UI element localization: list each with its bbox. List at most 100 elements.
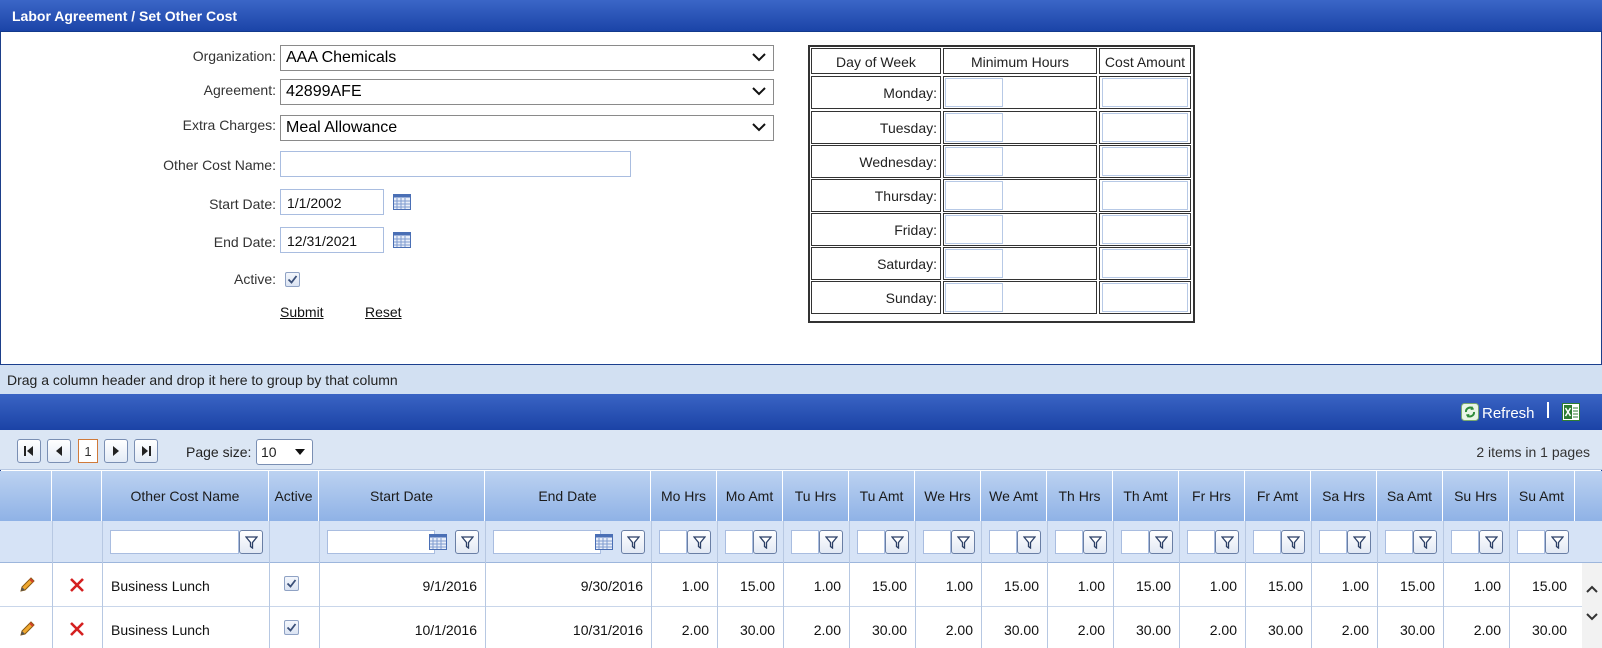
active-checkbox[interactable] [284, 620, 299, 635]
calendar-icon[interactable] [393, 194, 411, 210]
filter-input[interactable] [725, 530, 753, 554]
column-header[interactable]: Th Amt [1113, 471, 1179, 521]
filter-input[interactable] [1055, 530, 1083, 554]
cost-amount-input[interactable] [1102, 283, 1188, 312]
minimum-hours-input[interactable] [945, 113, 1003, 142]
filter-input[interactable] [659, 530, 687, 554]
filter-button[interactable] [885, 530, 909, 554]
other-cost-name-input[interactable] [280, 151, 631, 177]
filter-button[interactable] [239, 530, 263, 554]
filter-button[interactable] [1215, 530, 1239, 554]
current-page-number[interactable]: 1 [78, 439, 98, 463]
organization-select[interactable]: AAA Chemicals [280, 45, 774, 71]
extra-charges-select[interactable]: Meal Allowance [280, 115, 774, 141]
cost-amount-input[interactable] [1102, 147, 1188, 176]
scroll-up-icon[interactable] [1586, 585, 1598, 593]
filter-button[interactable] [1347, 530, 1371, 554]
column-header[interactable]: Tu Hrs [783, 471, 849, 521]
filter-button[interactable] [687, 530, 711, 554]
minimum-hours-input[interactable] [945, 249, 1003, 278]
filter-button[interactable] [1083, 530, 1107, 554]
cost-amount-input[interactable] [1102, 78, 1188, 107]
edit-pencil-icon[interactable] [18, 576, 36, 594]
agreement-select[interactable]: 42899AFE [280, 79, 774, 105]
filter-input[interactable] [857, 530, 885, 554]
table-row[interactable]: Business Lunch 10/1/2016 10/31/2016 2.00 30.… [0, 607, 1582, 648]
minimum-hours-input[interactable] [945, 283, 1003, 312]
previous-page-button[interactable] [47, 439, 71, 463]
column-header[interactable]: Start Date [319, 471, 485, 521]
filter-input[interactable] [1253, 530, 1281, 554]
column-header[interactable]: Fr Hrs [1179, 471, 1245, 521]
column-header[interactable]: Fr Amt [1245, 471, 1311, 521]
minimum-hours-input[interactable] [945, 215, 1003, 244]
filter-input[interactable] [791, 530, 819, 554]
column-header[interactable]: Mo Hrs [651, 471, 717, 521]
column-header[interactable]: Su Amt [1509, 471, 1575, 521]
last-page-button[interactable] [134, 439, 158, 463]
submit-link[interactable]: Submit [280, 304, 324, 320]
filter-input[interactable] [989, 530, 1017, 554]
filter-input[interactable] [923, 530, 951, 554]
filter-input[interactable] [1385, 530, 1413, 554]
cost-amount-input[interactable] [1102, 181, 1188, 210]
filter-button[interactable] [455, 530, 479, 554]
minimum-hours-input[interactable] [945, 181, 1003, 210]
next-page-button[interactable] [104, 439, 128, 463]
filter-button[interactable] [753, 530, 777, 554]
filter-button[interactable] [1017, 530, 1041, 554]
column-header[interactable]: Th Hrs [1047, 471, 1113, 521]
cost-amount-input[interactable] [1102, 249, 1188, 278]
column-header[interactable]: End Date [485, 471, 651, 521]
column-header[interactable]: We Amt [981, 471, 1047, 521]
table-row[interactable]: Business Lunch 9/1/2016 9/30/2016 1.00 15.00… [0, 563, 1582, 607]
scroll-down-icon[interactable] [1586, 613, 1598, 621]
cost-amount-input[interactable] [1102, 215, 1188, 244]
cost-amount-input[interactable] [1102, 113, 1188, 142]
filter-input[interactable] [1121, 530, 1149, 554]
column-header[interactable]: Other Cost Name [102, 471, 269, 521]
delete-icon[interactable] [68, 576, 86, 594]
column-header[interactable]: Active [269, 471, 319, 521]
filter-input[interactable] [327, 530, 435, 554]
column-header[interactable]: We Hrs [915, 471, 981, 521]
calendar-icon[interactable] [595, 534, 613, 550]
filter-input[interactable] [110, 530, 239, 554]
page-size-select[interactable]: 10 [256, 439, 313, 465]
filter-input[interactable] [1319, 530, 1347, 554]
start-date-input[interactable]: 1/1/2002 [280, 189, 384, 215]
column-header[interactable]: Su Hrs [1443, 471, 1509, 521]
filter-input[interactable] [1187, 530, 1215, 554]
delete-icon[interactable] [68, 620, 86, 638]
filter-button[interactable] [1149, 530, 1173, 554]
active-checkbox[interactable] [284, 576, 299, 591]
filter-button[interactable] [951, 530, 975, 554]
column-header[interactable]: Tu Amt [849, 471, 915, 521]
filter-button[interactable] [819, 530, 843, 554]
filter-button[interactable] [1413, 530, 1437, 554]
filter-button[interactable] [1545, 530, 1569, 554]
column-header[interactable]: Sa Hrs [1311, 471, 1377, 521]
export-excel-icon[interactable] [1562, 403, 1580, 421]
edit-pencil-icon[interactable] [18, 620, 36, 638]
first-page-button[interactable] [17, 439, 41, 463]
filter-button[interactable] [1281, 530, 1305, 554]
vertical-scrollbar[interactable] [1582, 563, 1602, 648]
filter-input[interactable] [1517, 530, 1545, 554]
refresh-icon[interactable] [1461, 403, 1479, 421]
active-checkbox[interactable] [285, 272, 300, 287]
filter-button[interactable] [1479, 530, 1503, 554]
minimum-hours-input[interactable] [945, 78, 1003, 107]
refresh-button[interactable]: Refresh [1482, 405, 1535, 422]
filter-input[interactable] [493, 530, 601, 554]
calendar-icon[interactable] [429, 534, 447, 550]
column-header[interactable]: Sa Amt [1377, 471, 1443, 521]
reset-link[interactable]: Reset [365, 304, 402, 320]
column-header[interactable]: Mo Amt [717, 471, 783, 521]
minimum-hours-input[interactable] [945, 147, 1003, 176]
group-by-panel[interactable]: Drag a column header and drop it here to… [0, 364, 1602, 394]
filter-button[interactable] [621, 530, 645, 554]
end-date-input[interactable]: 12/31/2021 [280, 227, 384, 253]
calendar-icon[interactable] [393, 232, 411, 248]
filter-input[interactable] [1451, 530, 1479, 554]
